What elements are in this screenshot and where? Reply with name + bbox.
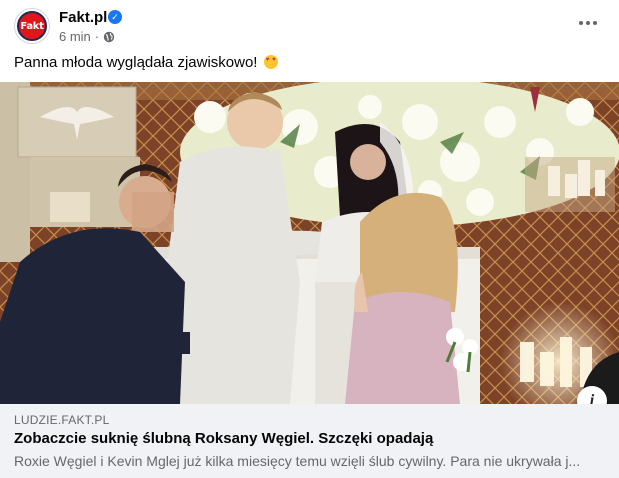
globe-icon bbox=[103, 31, 115, 42]
post-timestamp[interactable]: 6 min bbox=[59, 29, 91, 44]
page-name-link[interactable]: Fakt.pl bbox=[59, 9, 107, 26]
heart-eyes-emoji-icon bbox=[263, 55, 278, 69]
link-domain: LUDZIE.FAKT.PL bbox=[14, 413, 110, 427]
caption-text: Panna młoda wyglądała zjawiskowo! bbox=[14, 54, 258, 71]
post-image[interactable] bbox=[0, 82, 619, 404]
wedding-photo bbox=[0, 82, 619, 404]
fakt-logo: Fakt bbox=[17, 11, 47, 41]
link-title[interactable]: Zobaczcie suknię ślubną Roksany Węgiel. … bbox=[14, 430, 433, 447]
link-preview[interactable]: LUDZIE.FAKT.PL Zobaczcie suknię ślubną R… bbox=[0, 404, 619, 478]
verified-badge-icon: ✓ bbox=[108, 10, 122, 24]
post-meta: 6 min · bbox=[59, 29, 115, 44]
meta-separator: · bbox=[94, 29, 100, 44]
link-description: Roxie Węgiel i Kevin Mglej już kilka mie… bbox=[14, 453, 581, 469]
page-avatar[interactable]: Fakt bbox=[14, 8, 50, 44]
post-caption: Panna młoda wyglądała zjawiskowo! bbox=[14, 54, 278, 71]
post-header: Fakt Fakt.pl ✓ 6 min · bbox=[0, 0, 619, 50]
facebook-post: Fakt Fakt.pl ✓ 6 min · Panna młoda wyglą… bbox=[0, 0, 619, 478]
more-options-icon[interactable] bbox=[575, 10, 601, 36]
